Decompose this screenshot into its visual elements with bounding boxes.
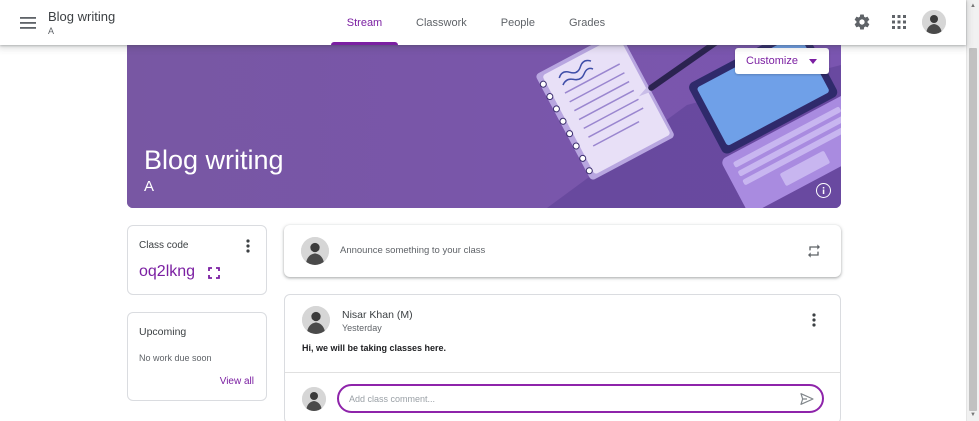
send-icon[interactable] xyxy=(799,391,815,407)
customize-label: Customize xyxy=(746,55,798,67)
class-comment-input[interactable] xyxy=(337,384,824,413)
upcoming-card: Upcoming No work due soon View all xyxy=(127,312,267,401)
banner-class-section: A xyxy=(144,178,155,195)
caret-down-icon xyxy=(808,58,817,64)
commenter-avatar xyxy=(302,387,326,411)
header-class-title[interactable]: Blog writing xyxy=(48,9,115,24)
tab-bar: Stream Classwork People Grades xyxy=(330,0,622,45)
post-author: Nisar Khan (M) xyxy=(342,309,413,321)
stream-post-card: Nisar Khan (M) Yesterday Hi, we will be … xyxy=(284,294,841,421)
tab-people[interactable]: People xyxy=(484,0,552,45)
banner-illustration xyxy=(127,45,841,208)
banner-class-title: Blog writing xyxy=(144,145,284,175)
account-avatar[interactable] xyxy=(922,10,946,34)
page-scrollbar[interactable]: ▲ ▼ xyxy=(966,0,979,421)
gear-icon[interactable] xyxy=(850,10,874,34)
post-date: Yesterday xyxy=(342,323,382,333)
class-code-card: Class code oq2lkng xyxy=(127,225,267,295)
scroll-down-icon[interactable]: ▼ xyxy=(969,411,977,419)
announce-card[interactable]: Announce something to your class xyxy=(284,225,841,277)
post-body: Hi, we will be taking classes here. xyxy=(302,343,447,353)
class-banner: Blog writing A Customize xyxy=(127,45,841,208)
divider xyxy=(285,372,840,373)
tab-stream[interactable]: Stream xyxy=(330,0,399,45)
upcoming-empty-text: No work due soon xyxy=(139,353,212,363)
tab-grades[interactable]: Grades xyxy=(552,0,622,45)
class-code-label: Class code xyxy=(139,240,189,251)
header-actions xyxy=(850,10,946,34)
upcoming-title: Upcoming xyxy=(139,326,187,338)
menu-icon[interactable] xyxy=(16,11,40,35)
apps-grid-icon[interactable] xyxy=(887,10,911,34)
more-vert-icon[interactable] xyxy=(241,238,255,254)
info-icon[interactable] xyxy=(816,183,831,198)
fullscreen-icon[interactable] xyxy=(208,266,220,279)
more-vert-icon[interactable] xyxy=(808,312,820,328)
announce-prompt[interactable]: Announce something to your class xyxy=(340,245,485,256)
repost-icon[interactable] xyxy=(804,241,824,261)
class-code-value: oq2lkng xyxy=(139,263,196,280)
top-app-bar: Blog writing A Stream Classwork People G… xyxy=(0,0,966,45)
author-avatar xyxy=(302,306,330,334)
scrollbar-thumb[interactable] xyxy=(969,48,977,411)
scroll-up-icon[interactable]: ▲ xyxy=(969,2,977,10)
view-all-link[interactable]: View all xyxy=(220,376,254,387)
tab-classwork[interactable]: Classwork xyxy=(399,0,484,45)
header-class-section: A xyxy=(48,26,55,36)
avatar xyxy=(301,237,329,265)
customize-button[interactable]: Customize xyxy=(735,48,829,74)
